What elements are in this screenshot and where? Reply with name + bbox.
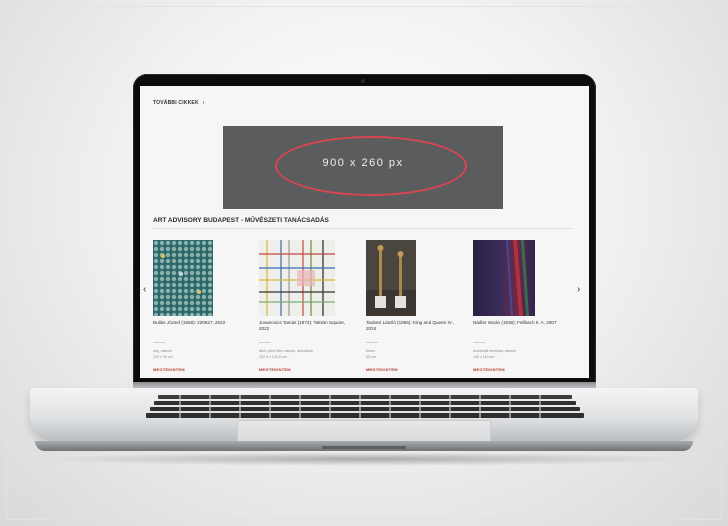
artwork-size: 120 x 90 cm bbox=[153, 355, 173, 359]
view-button[interactable]: MEGTEKINTEM bbox=[259, 367, 291, 372]
artwork-meta: olaj, vászon 120 x 90 cm bbox=[153, 348, 243, 360]
keyboard bbox=[146, 395, 584, 418]
artwork-size: 102,5 x 102,5 cm bbox=[259, 355, 287, 359]
banner-size-text: 900 x 260 px bbox=[322, 157, 404, 169]
laptop-screen: TOVÁBBI CIKKEK › 900 x 260 px ART ADVISOR… bbox=[140, 86, 589, 378]
artwork-title: Bullás József (1958): 220627, 2022 bbox=[153, 320, 226, 325]
view-button[interactable]: MEGTEKINTEM bbox=[153, 367, 185, 372]
artwork-image-gradient[interactable] bbox=[473, 240, 535, 316]
more-articles-link[interactable]: TOVÁBBI CIKKEK › bbox=[153, 100, 205, 106]
artwork-title: Jovanovics Tamás (1974): Taksim Square, … bbox=[259, 320, 346, 331]
artwork-size: 140 x 110 cm bbox=[473, 355, 495, 359]
artwork-title: Taubert László (1966): King and Queen IV… bbox=[366, 320, 454, 331]
artwork-title: Nádler István (1938): Fellbach II. A, 20… bbox=[473, 320, 557, 325]
section-title: ART ADVISORY BUDAPEST - MŰVÉSZETI TANÁCS… bbox=[153, 217, 329, 224]
laptop-shadow bbox=[40, 452, 688, 466]
artwork-meta: kombinált technika, vászon 140 x 110 cm bbox=[473, 348, 563, 360]
carousel-next-icon[interactable]: › bbox=[577, 285, 580, 295]
carousel-prev-icon[interactable]: ‹ bbox=[143, 285, 146, 295]
artwork-size: 53 cm bbox=[366, 355, 376, 359]
chevron-right-icon: › bbox=[202, 100, 205, 106]
artwork-divider bbox=[153, 342, 165, 343]
section-divider bbox=[153, 228, 573, 229]
banner-placeholder[interactable]: 900 x 260 px bbox=[223, 126, 503, 209]
artwork-divider bbox=[259, 342, 271, 343]
camera-dot bbox=[361, 79, 365, 83]
artwork-meta: bronz 53 cm bbox=[366, 348, 456, 360]
artwork-meta: akril, print hőre vászon, dekoráció 102,… bbox=[259, 348, 349, 360]
more-articles-label: TOVÁBBI CIKKEK bbox=[153, 100, 199, 106]
artwork-image-dots[interactable] bbox=[153, 240, 213, 316]
view-button[interactable]: MEGTEKINTEM bbox=[366, 367, 398, 372]
lid-notch bbox=[322, 446, 406, 449]
artwork-image-lines[interactable] bbox=[259, 240, 335, 316]
artwork-divider bbox=[473, 342, 485, 343]
artwork-image-sculpture[interactable] bbox=[366, 240, 416, 316]
artwork-divider bbox=[366, 342, 378, 343]
view-button[interactable]: MEGTEKINTEM bbox=[473, 367, 505, 372]
